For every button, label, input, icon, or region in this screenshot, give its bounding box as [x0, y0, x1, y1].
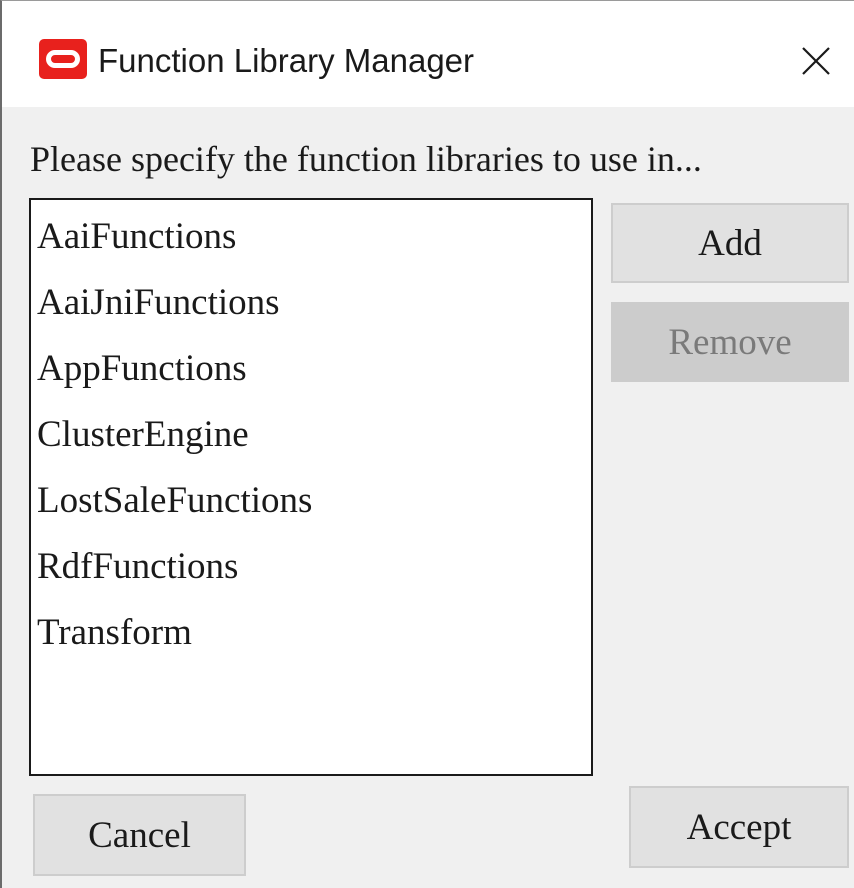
window-title: Function Library Manager [98, 42, 475, 79]
accept-button[interactable]: Accept [629, 786, 849, 868]
list-item-rdffunctions[interactable]: RdfFunctions [37, 544, 238, 590]
oracle-logo-icon [39, 39, 87, 79]
title-bar[interactable]: Function Library Manager [2, 1, 854, 107]
remove-button[interactable]: Remove [611, 302, 849, 382]
list-item-lostsalefunctions[interactable]: LostSaleFunctions [37, 478, 312, 524]
add-button[interactable]: Add [611, 203, 849, 283]
close-icon [802, 47, 830, 75]
close-button[interactable] [792, 37, 840, 85]
list-item-clusterengine[interactable]: ClusterEngine [37, 412, 249, 458]
list-item-transform[interactable]: Transform [37, 610, 192, 656]
cancel-button[interactable]: Cancel [33, 794, 246, 876]
instruction-label: Please specify the function libraries to… [30, 139, 702, 179]
list-item-appfunctions[interactable]: AppFunctions [37, 346, 247, 392]
function-library-manager-dialog: Function Library Manager Please specify … [0, 0, 854, 888]
list-item-aaifunctions[interactable]: AaiFunctions [37, 214, 236, 260]
function-library-list[interactable]: AaiFunctions AaiJniFunctions AppFunction… [29, 198, 593, 776]
list-item-aaijnifunctions[interactable]: AaiJniFunctions [37, 280, 280, 326]
